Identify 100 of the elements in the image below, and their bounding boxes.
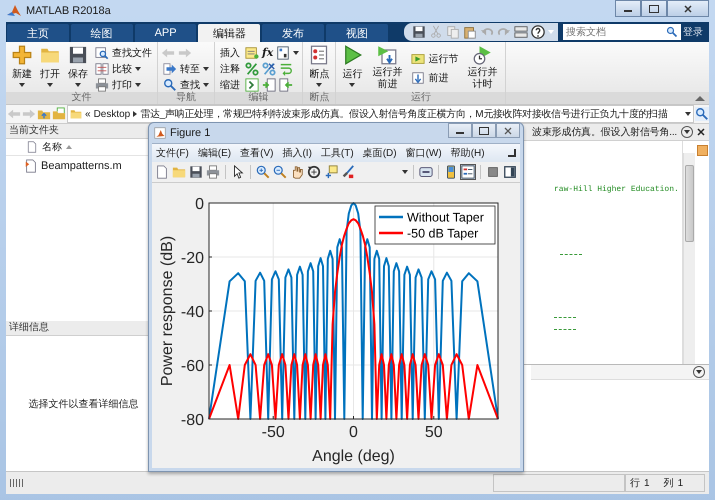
menu-item[interactable]: 编辑(E): [198, 146, 232, 160]
path-arrow-icon[interactable]: [133, 111, 138, 117]
link-plot-icon[interactable]: [419, 165, 433, 179]
percent-icon[interactable]: [245, 62, 259, 76]
search-icon[interactable]: [662, 24, 681, 40]
address-field[interactable]: « Desktop 雷达_声呐正处理，常规巴特利特波束形成仿真。假设入射信号角度正横方向，M元接收阵对接收信号进行正负九十度的扫描: [67, 105, 694, 123]
run-and-time-button[interactable]: 运行并计时: [462, 45, 502, 91]
close-icon[interactable]: [697, 128, 705, 136]
save-button[interactable]: 保存: [65, 45, 91, 87]
indent-button[interactable]: 缩进: [218, 77, 242, 92]
new-file-icon[interactable]: [155, 165, 169, 179]
code-line: raw-Hill Higher Education.: [554, 185, 680, 194]
minimize-button[interactable]: [448, 123, 472, 138]
go-to-button[interactable]: 转至: [161, 61, 211, 76]
menu-item[interactable]: 文件(F): [156, 146, 189, 160]
advance-button[interactable]: 前进: [409, 70, 460, 85]
caret-icon[interactable]: [402, 170, 408, 174]
maximize-button[interactable]: [472, 123, 496, 138]
save-icon[interactable]: [189, 165, 203, 179]
login-link[interactable]: 登录: [683, 25, 703, 39]
advance-icon: [411, 70, 426, 84]
ribbon-tab[interactable]: 发布: [262, 24, 324, 42]
menu-item[interactable]: 插入(I): [282, 146, 312, 160]
open-button[interactable]: 打开: [37, 45, 63, 87]
path-segment[interactable]: Desktop: [94, 108, 130, 120]
sort-icon[interactable]: [66, 145, 72, 149]
file-type-icon: [26, 141, 38, 153]
brush-icon[interactable]: [341, 165, 355, 179]
path-overflow[interactable]: «: [85, 108, 91, 120]
maximize-button[interactable]: [641, 0, 667, 17]
hand-icon[interactable]: [290, 165, 304, 179]
compare-button[interactable]: 比较: [93, 61, 154, 76]
options-icon[interactable]: [681, 126, 693, 138]
warning-indicator-icon[interactable]: [696, 145, 708, 156]
find-button[interactable]: 查找: [161, 77, 211, 92]
indent-icon[interactable]: [245, 78, 259, 92]
close-icon: [684, 4, 692, 12]
run-button[interactable]: 运行: [339, 45, 366, 87]
scrollbar[interactable]: [683, 153, 695, 364]
go-to-icon: [163, 62, 177, 76]
dock-icon[interactable]: [508, 149, 516, 157]
windows-icon[interactable]: [514, 25, 528, 39]
table-icon[interactable]: [276, 46, 290, 60]
axis-title: Angle (deg): [312, 448, 395, 465]
colorbar-icon[interactable]: [444, 165, 458, 179]
menu-item[interactable]: 桌面(D): [362, 146, 397, 160]
caret-icon[interactable]: [293, 50, 300, 54]
tick-label: 50: [424, 424, 443, 441]
options-icon[interactable]: [693, 366, 705, 378]
new-button[interactable]: 新建: [9, 45, 35, 87]
search-icon[interactable]: [695, 107, 709, 121]
find-files-button[interactable]: 查找文件: [93, 45, 154, 60]
menu-item[interactable]: 查看(V): [240, 146, 274, 160]
print-button[interactable]: 打印: [93, 77, 154, 92]
ribbon-tab[interactable]: APP: [134, 24, 196, 42]
function-button[interactable]: fx: [262, 46, 274, 59]
browse-folder-icon[interactable]: [52, 107, 66, 121]
save-icon[interactable]: [412, 25, 426, 39]
ribbon-tab[interactable]: 绘图: [70, 24, 133, 42]
window-title: MATLAB R2018a: [26, 5, 111, 17]
uncomment-icon[interactable]: [262, 62, 276, 76]
find-file-icon: [95, 46, 109, 60]
minimize-button[interactable]: [615, 0, 641, 17]
column-title[interactable]: 名称: [42, 140, 62, 154]
data-cursor-icon[interactable]: [324, 165, 338, 179]
legend-label: -50 dB Taper: [407, 226, 478, 240]
pointer-icon[interactable]: [231, 165, 245, 179]
ribbon-tab[interactable]: 主页: [7, 24, 69, 42]
increase-indent-icon[interactable]: [262, 78, 276, 92]
legend-icon[interactable]: [461, 165, 475, 179]
tick-label: -40: [180, 304, 204, 321]
caret-icon[interactable]: [685, 112, 691, 116]
zoom-out-icon[interactable]: [273, 165, 287, 179]
menu-item[interactable]: 帮助(H): [450, 146, 485, 160]
help-icon[interactable]: [530, 25, 545, 39]
close-button[interactable]: [667, 0, 709, 17]
zoom-in-icon[interactable]: [256, 165, 270, 179]
hide-tools-icon[interactable]: [486, 165, 500, 179]
close-button[interactable]: [496, 123, 520, 138]
run-and-advance-button[interactable]: 运行并前进: [367, 45, 408, 91]
print-icon[interactable]: [206, 165, 220, 179]
editor-tab[interactable]: 波束形成仿真。假设入射信号角...: [532, 125, 677, 139]
compare-icon: [95, 62, 109, 76]
path-segment[interactable]: 雷达_声呐正处理，常规巴特利特波束形成仿真。假设入射信号角度正横方向，M元接收阵对接收信号进行正负九十度的扫描: [140, 107, 668, 121]
search-field[interactable]: 搜索文档: [562, 24, 663, 40]
paste-icon[interactable]: [462, 25, 477, 39]
show-tools-icon[interactable]: [503, 165, 517, 179]
insert-section-icon[interactable]: [245, 46, 259, 60]
comment-button[interactable]: 注释: [218, 61, 242, 76]
insert-button[interactable]: 插入: [218, 45, 242, 60]
breakpoints-button[interactable]: 断点: [306, 45, 332, 87]
decrease-indent-icon[interactable]: [279, 78, 293, 92]
menu-item[interactable]: 工具(T): [320, 146, 354, 160]
rotate-icon[interactable]: [307, 165, 321, 179]
tick-label: -60: [180, 358, 204, 375]
ribbon-tab[interactable]: 视图: [326, 24, 388, 42]
file-name[interactable]: Beampatterns.m: [41, 160, 122, 172]
menu-item[interactable]: 窗口(W): [406, 146, 442, 160]
ribbon-tab[interactable]: 编辑器: [198, 24, 260, 42]
run-section-button[interactable]: 运行节: [409, 51, 460, 66]
